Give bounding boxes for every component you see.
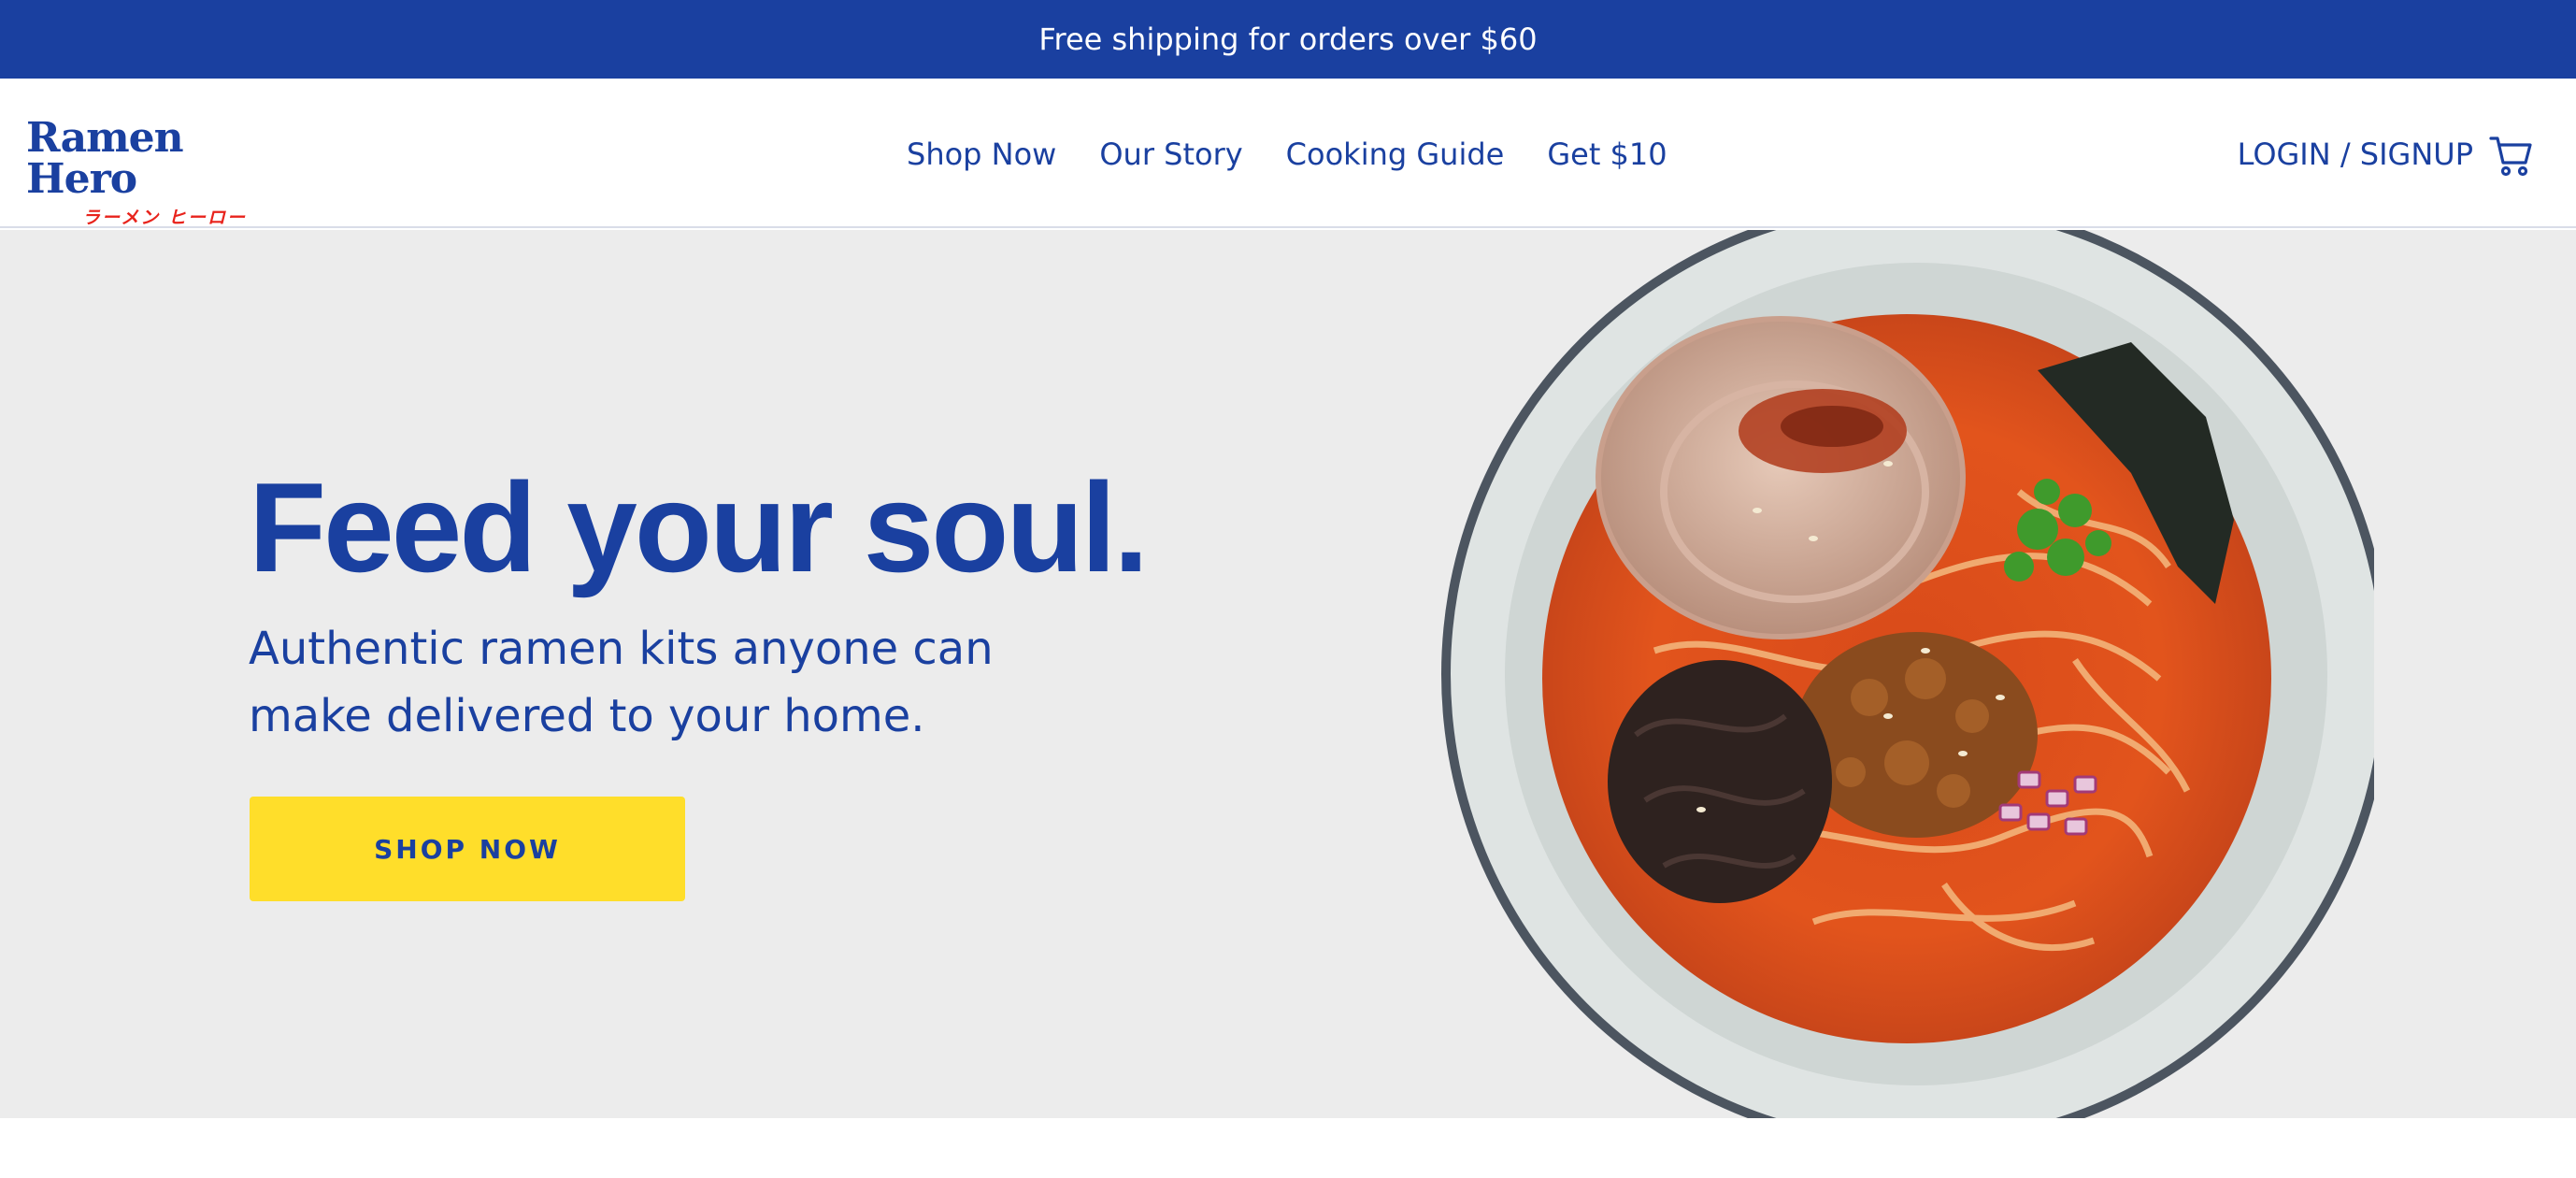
nav-get-10[interactable]: Get $10 <box>1547 136 1667 172</box>
page-below-hero <box>0 1118 2576 1178</box>
logo-name: Ramen Hero <box>26 114 184 203</box>
login-signup-link[interactable]: LOGIN / SIGNUP <box>2238 131 2473 178</box>
shop-now-button[interactable]: SHOP NOW <box>250 797 685 901</box>
hero-subheadline: Authentic ramen kits anyone can make del… <box>249 623 994 742</box>
hero-headline: Feed your soul. <box>249 456 1149 598</box>
nav-our-story[interactable]: Our Story <box>1099 136 1242 172</box>
nav-cooking-guide[interactable]: Cooking Guide <box>1286 136 1505 172</box>
logo-subtitle: ラーメン ヒーロー <box>82 208 247 228</box>
cart-icon[interactable] <box>2488 133 2533 178</box>
hero-section: Feed your soul. Authentic ramen kits any… <box>0 230 2576 1118</box>
main-nav: Shop Now Our Story Cooking Guide Get $10 <box>907 131 1667 178</box>
nav-shop-now[interactable]: Shop Now <box>907 136 1056 172</box>
ramen-bowl-image <box>1441 230 2374 1118</box>
site-header: Ramen Hero ラーメン ヒーロー Shop Now Our Story … <box>0 79 2576 228</box>
announcement-bar: Free shipping for orders over $60 <box>0 0 2576 79</box>
logo[interactable]: Ramen Hero ラーメン ヒーロー <box>26 118 279 229</box>
announcement-text: Free shipping for orders over $60 <box>1038 22 1538 57</box>
